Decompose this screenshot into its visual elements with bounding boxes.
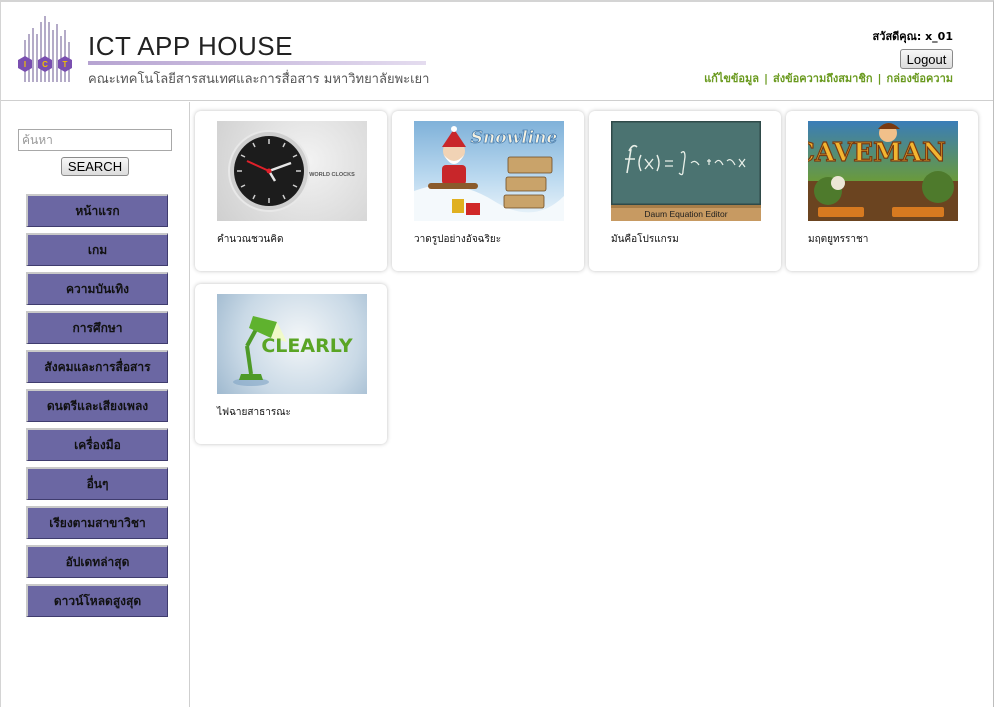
menu-item-top-downloads[interactable]: ดาวน์โหลดสูงสุด — [26, 584, 168, 617]
app-card[interactable]: Daum Equation Editor มันคือโปรแกรม — [589, 111, 781, 271]
menu-item-home[interactable]: หน้าแรก — [26, 194, 168, 227]
thumb-caption: Daum Equation Editor — [644, 209, 727, 219]
menu-item-others[interactable]: อื่นๆ — [26, 467, 168, 500]
title-underline — [88, 61, 426, 65]
logo-letter-i: I — [24, 60, 26, 69]
message-members-link[interactable]: ส่งข้อความถึงสมาชิก — [773, 72, 872, 85]
menu-item-latest[interactable]: อัปเดทล่าสุด — [26, 545, 168, 578]
edit-profile-link[interactable]: แก้ไขข้อมูล — [704, 72, 759, 85]
app-thumbnail[interactable]: CAVEMAN — [808, 121, 958, 221]
app-thumbnail[interactable]: Daum Equation Editor — [611, 121, 761, 221]
world-clock-icon: WORLD CLOCKS — [228, 130, 355, 212]
ict-logo: I C T — [18, 16, 72, 82]
logout-button[interactable]: Logout — [900, 49, 953, 69]
app-thumbnail[interactable]: CLEARLY — [217, 294, 367, 394]
search-button[interactable]: SEARCH — [61, 157, 129, 176]
user-area: สวัสดีคุณ: x_01 Logout — [873, 27, 953, 69]
page-header: I C T ICT APP HOUSE คณะเทคโนโลยีสารสนเทศ… — [1, 2, 993, 101]
link-separator: | — [763, 72, 769, 85]
app-card[interactable]: CLEARLY ไฟฉายสาธารณะ — [195, 284, 387, 444]
sidebar-menu: หน้าแรก เกม ความบันเทิง การศึกษา สังคมแล… — [26, 194, 168, 623]
menu-item-games[interactable]: เกม — [26, 233, 168, 266]
thumb-caption: Snowline — [471, 128, 558, 148]
app-thumbnail[interactable]: Snowline — [414, 121, 564, 221]
equation-editor-icon: Daum Equation Editor — [611, 121, 761, 221]
logo-letter-c: C — [42, 60, 48, 69]
menu-item-education[interactable]: การศึกษา — [26, 311, 168, 344]
menu-item-social[interactable]: สังคมและการสื่อสาร — [26, 350, 168, 383]
sidebar: SEARCH หน้าแรก เกม ความบันเทิง การศึกษา … — [1, 102, 190, 707]
thumb-caption: CLEARLY — [261, 335, 353, 357]
app-card[interactable]: WORLD CLOCKS คำนวณชวนคิด — [195, 111, 387, 271]
inbox-link[interactable]: กล่องข้อความ — [887, 72, 953, 85]
thumb-caption: CAVEMAN — [808, 138, 946, 168]
search-input[interactable] — [18, 129, 172, 151]
app-title[interactable]: ไฟฉายสาธารณะ — [217, 405, 291, 420]
logo-letter-t: T — [63, 60, 68, 69]
app-title[interactable]: คำนวณชวนคิด — [217, 232, 283, 247]
app-title[interactable]: มันคือโปรแกรม — [611, 232, 679, 247]
user-links: แก้ไขข้อมูล | ส่งข้อความถึงสมาชิก | กล่องข้อ… — [704, 69, 953, 87]
app-card[interactable]: CAVEMAN มฤตยูทรราชา — [786, 111, 978, 271]
app-card[interactable]: Snowline วาดรูปอย่างอัจฉริยะ — [392, 111, 584, 271]
app-grid: WORLD CLOCKS คำนวณชวนคิด Snowline วาดรูป… — [191, 102, 993, 707]
menu-item-entertainment[interactable]: ความบันเทิง — [26, 272, 168, 305]
app-title[interactable]: มฤตยูทรราชา — [808, 232, 868, 247]
caveman-game-icon: CAVEMAN — [808, 123, 958, 221]
site-title: ICT APP HOUSE — [88, 31, 293, 61]
thumb-caption: WORLD CLOCKS — [309, 172, 355, 178]
menu-item-by-subject[interactable]: เรียงตามสาขาวิชา — [26, 506, 168, 539]
site-subtitle: คณะเทคโนโลยีสารสนเทศและการสื่อสาร มหาวิท… — [88, 72, 430, 87]
user-greeting: สวัสดีคุณ: x_01 — [872, 30, 953, 43]
link-separator: | — [877, 72, 882, 85]
evernote-clearly-icon: CLEARLY — [233, 316, 353, 386]
app-title[interactable]: วาดรูปอย่างอัจฉริยะ — [414, 232, 501, 247]
menu-item-music[interactable]: ดนตรีและเสียงเพลง — [26, 389, 168, 422]
app-thumbnail[interactable]: WORLD CLOCKS — [217, 121, 367, 221]
snowline-game-icon: Snowline — [414, 126, 564, 221]
menu-item-tools[interactable]: เครื่องมือ — [26, 428, 168, 461]
